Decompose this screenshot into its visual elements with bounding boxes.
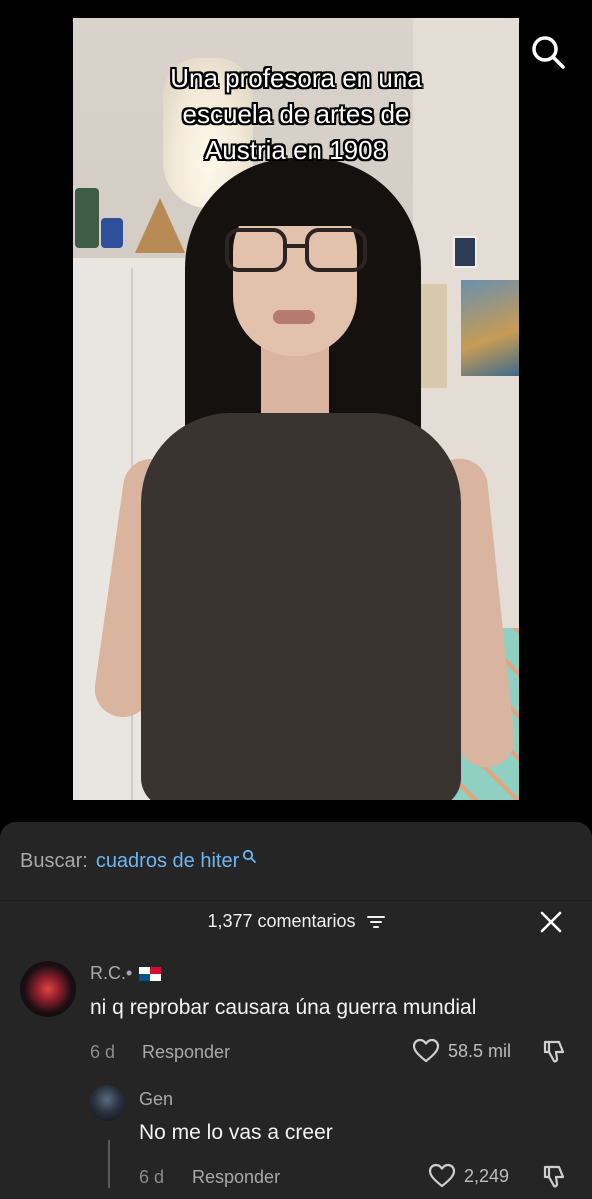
panama-flag-icon bbox=[139, 967, 162, 982]
like-count: 2,249 bbox=[464, 1165, 510, 1186]
heart-icon bbox=[428, 1163, 456, 1188]
avatar[interactable] bbox=[20, 961, 76, 1017]
username-separator: • bbox=[126, 963, 133, 983]
dislike-button[interactable] bbox=[542, 1039, 568, 1065]
search-label: Buscar: bbox=[20, 849, 88, 872]
thumbs-down-icon bbox=[543, 1040, 565, 1063]
comments-count-wrap[interactable]: 1,377 comentarios bbox=[0, 911, 592, 932]
like-button[interactable]: 58.5 mil bbox=[412, 1038, 511, 1064]
search-term-link[interactable]: cuadros de hiter bbox=[96, 850, 239, 873]
person-mouth bbox=[273, 310, 315, 324]
dislike-button[interactable] bbox=[542, 1164, 568, 1190]
small-poster bbox=[453, 236, 477, 268]
close-icon bbox=[540, 911, 562, 933]
comments-count: 1,377 comentarios bbox=[207, 911, 356, 931]
comment-text: No me lo vas a creer bbox=[139, 1121, 333, 1144]
avatar[interactable] bbox=[89, 1085, 125, 1121]
heart-icon bbox=[412, 1038, 440, 1063]
like-count: 58.5 mil bbox=[448, 1040, 512, 1061]
search-icon bbox=[532, 36, 565, 69]
comments-header: 1,377 comentarios bbox=[0, 900, 592, 948]
reply-button[interactable]: Responder bbox=[192, 1167, 280, 1188]
comment-text: ni q reprobar causara úna guerra mundial bbox=[90, 996, 477, 1019]
search-button[interactable] bbox=[528, 32, 568, 72]
newspaper-poster bbox=[419, 284, 447, 388]
caption-line-2: escuela de artes de bbox=[182, 99, 410, 129]
comment-time: 6 d bbox=[90, 1042, 116, 1062]
comment-username[interactable]: Gen bbox=[139, 1089, 173, 1110]
filter-icon[interactable] bbox=[366, 915, 385, 929]
close-comments-button[interactable] bbox=[538, 909, 564, 935]
caption-line-3: Austria en 1908 bbox=[204, 135, 388, 165]
glasses bbox=[223, 228, 369, 272]
comment-time: 6 d bbox=[139, 1167, 165, 1187]
art-poster bbox=[461, 280, 519, 376]
person-bangs bbox=[223, 178, 367, 226]
caption-line-1: Una profesora en una bbox=[170, 63, 422, 93]
reply-button[interactable]: Responder bbox=[142, 1042, 230, 1063]
person-top bbox=[141, 413, 461, 800]
thumbs-down-icon bbox=[543, 1165, 565, 1188]
thread-line bbox=[108, 1140, 110, 1188]
comment-username[interactable]: R.C.• bbox=[90, 963, 162, 984]
username-text: R.C. bbox=[90, 963, 126, 983]
search-icon bbox=[243, 849, 257, 863]
shelf-decorations bbox=[75, 188, 185, 258]
video-caption: Una profesora en una escuela de artes de… bbox=[73, 60, 519, 168]
suggested-search[interactable]: Buscar: cuadros de hiter bbox=[0, 822, 592, 900]
like-button[interactable]: 2,249 bbox=[428, 1163, 509, 1189]
